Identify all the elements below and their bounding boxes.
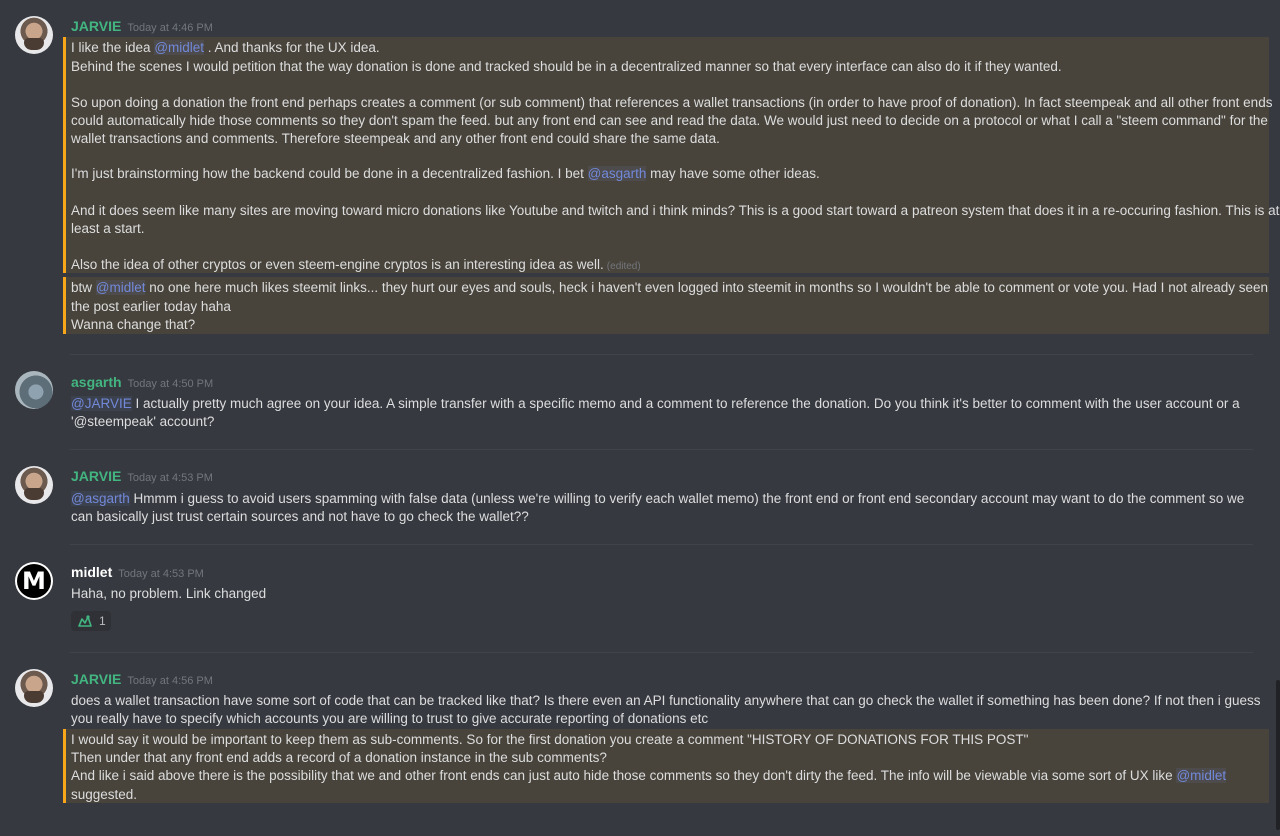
avatar-jarvie[interactable]: [15, 16, 53, 54]
message-line: does a wallet transaction have some sort…: [71, 693, 1261, 708]
message-line: can basically just trust certain sources…: [71, 509, 529, 524]
mention-jarvie[interactable]: @JARVIE: [71, 396, 132, 411]
message-line: wallet transactions and comments. Theref…: [71, 131, 720, 146]
message-line: least a start.: [71, 221, 145, 236]
username[interactable]: JARVIE: [71, 671, 121, 687]
mention-midlet[interactable]: @midlet: [154, 40, 205, 55]
username[interactable]: JARVIE: [71, 468, 121, 484]
message-line: suggested.: [71, 787, 138, 802]
timestamp: Today at 4:50 PM: [127, 378, 214, 390]
message-line: I like the idea @midlet . And thanks for…: [71, 40, 380, 55]
avatar-letter: M: [17, 564, 51, 598]
timestamp: Today at 4:46 PM: [127, 22, 213, 34]
message-header: JARVIE Today at 4:53 PM: [71, 467, 213, 487]
message-line: Behind the scenes I would petition that …: [71, 59, 1062, 74]
message-divider: [70, 544, 1253, 545]
avatar-jarvie[interactable]: [15, 669, 53, 707]
message-divider: [70, 449, 1253, 450]
message-line: Also the idea of other cryptos or even s…: [71, 257, 641, 272]
message-line: @JARVIE I actually pretty much agree on …: [71, 396, 1240, 411]
message-divider: [70, 652, 1253, 653]
message-line: the post earlier today haha: [71, 299, 231, 314]
scrollbar[interactable]: [1276, 680, 1280, 830]
message-divider: [70, 354, 1253, 355]
avatar-asgarth[interactable]: [15, 371, 53, 409]
mention-asgarth[interactable]: @asgarth: [587, 166, 647, 181]
message-line: I would say it would be important to kee…: [71, 732, 1029, 747]
message-line: could automatically hide those comments …: [71, 113, 1268, 128]
avatar-jarvie[interactable]: [15, 466, 53, 504]
message-line: Haha, no problem. Link changed: [71, 586, 267, 601]
username[interactable]: asgarth: [71, 374, 122, 390]
thumbs-hand-icon: [78, 615, 92, 627]
mention-midlet[interactable]: @midlet: [95, 280, 146, 295]
message-line: '@steempeak' account?: [71, 414, 215, 429]
message-line: @asgarth Hmmm i guess to avoid users spa…: [71, 491, 1245, 506]
username[interactable]: JARVIE: [71, 18, 121, 34]
message-line: you really have to specify which account…: [71, 711, 709, 726]
avatar-midlet[interactable]: M: [15, 562, 53, 600]
mention-midlet[interactable]: @midlet: [1176, 768, 1227, 783]
message-line: So upon doing a donation the front end p…: [71, 95, 1273, 110]
message-header: JARVIE Today at 4:56 PM: [71, 670, 213, 690]
message-line: Then under that any front end adds a rec…: [71, 750, 607, 765]
mention-asgarth[interactable]: @asgarth: [71, 491, 130, 506]
reaction-button[interactable]: 1: [71, 611, 111, 631]
message-header: JARVIE Today at 4:46 PM: [71, 17, 213, 37]
message-line: I'm just brainstorming how the backend c…: [71, 166, 820, 181]
username[interactable]: midlet: [71, 564, 112, 580]
timestamp: Today at 4:56 PM: [127, 675, 213, 687]
message-line: Wanna change that?: [71, 317, 196, 332]
message-line: And it does seem like many sites are mov…: [71, 203, 1280, 218]
timestamp: Today at 4:53 PM: [118, 568, 204, 580]
timestamp: Today at 4:53 PM: [127, 472, 213, 484]
message-line: And like i said above there is the possi…: [71, 768, 1227, 783]
message-header: midlet Today at 4:53 PM: [71, 563, 204, 583]
message-line: btw @midlet no one here much likes steem…: [71, 280, 1269, 295]
reaction-count: 1: [99, 614, 106, 628]
message-header: asgarth Today at 4:50 PM: [71, 373, 213, 393]
edited-label: (edited): [606, 261, 641, 272]
